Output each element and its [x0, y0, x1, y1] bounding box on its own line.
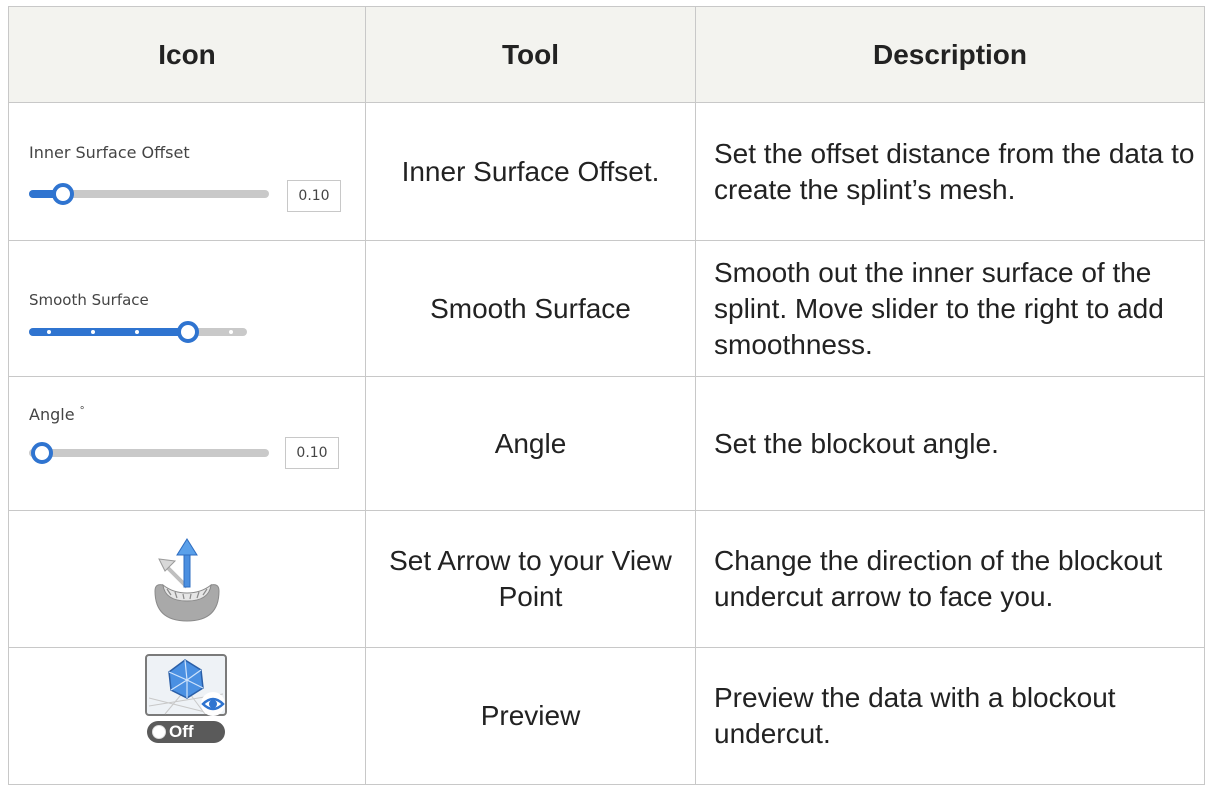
tool-name: Inner Surface Offset. [365, 102, 696, 241]
tool-name: Angle [365, 376, 696, 511]
slider-label: Smooth Surface [29, 291, 149, 309]
preview-icon-cell: Off [8, 647, 366, 785]
smooth-surface-control: Smooth Surface [8, 240, 366, 377]
slider-label: Angle ° [29, 405, 85, 424]
slider-knob[interactable] [177, 321, 199, 343]
toggle-label: Off [169, 722, 194, 741]
header-description: Description [695, 6, 1205, 103]
slider-fill [29, 328, 189, 336]
slider-step-dot [229, 330, 233, 334]
degree-symbol: ° [79, 405, 85, 417]
tool-name: Smooth Surface [365, 240, 696, 377]
value-field[interactable]: 0.10 [287, 180, 341, 212]
tools-table: Icon Tool Description Inner Surface Offs… [8, 6, 1205, 785]
table-row: Set Arrow to your View Point Change the … [8, 510, 1205, 648]
preview-icon[interactable]: Off [145, 654, 229, 743]
value-field[interactable]: 0.10 [285, 437, 339, 469]
tool-description: Set the offset distance from the data to… [695, 102, 1205, 241]
set-arrow-view-point-icon[interactable] [149, 537, 225, 623]
slider-label-text: Angle [29, 405, 75, 424]
preview-polyhedron-icon [145, 654, 227, 716]
slider-knob[interactable] [52, 183, 74, 205]
slider-step-dot [135, 330, 139, 334]
header-row: Icon Tool Description [8, 6, 1205, 103]
table-row: Off Preview Preview the data with a bloc… [8, 647, 1205, 785]
inner-surface-offset-control: Inner Surface Offset 0.10 [8, 102, 366, 241]
table-row: Smooth Surface Smooth Surface Smooth out… [8, 240, 1205, 377]
tool-description: Set the blockout angle. [695, 376, 1205, 511]
slider-knob[interactable] [31, 442, 53, 464]
set-arrow-icon-cell [8, 510, 366, 648]
header-tool: Tool [365, 6, 696, 103]
table-row: Inner Surface Offset 0.10 Inner Surface … [8, 102, 1205, 241]
angle-control: Angle ° 0.10 [8, 376, 366, 511]
slider-step-dot [91, 330, 95, 334]
tool-name: Preview [365, 647, 696, 785]
slider-track [29, 449, 269, 457]
tool-description: Preview the data with a blockout undercu… [695, 647, 1205, 785]
tool-description: Smooth out the inner surface of the spli… [695, 240, 1205, 377]
slider-step-dot [47, 330, 51, 334]
header-icon: Icon [8, 6, 366, 103]
slider-label: Inner Surface Offset [29, 143, 190, 162]
tool-name: Set Arrow to your View Point [365, 510, 696, 648]
tool-description: Change the direction of the blockout und… [695, 510, 1205, 648]
table-row: Angle ° 0.10 Angle Set the blockout angl… [8, 376, 1205, 511]
preview-off-toggle[interactable]: Off [147, 721, 225, 743]
toggle-knob [152, 725, 166, 739]
